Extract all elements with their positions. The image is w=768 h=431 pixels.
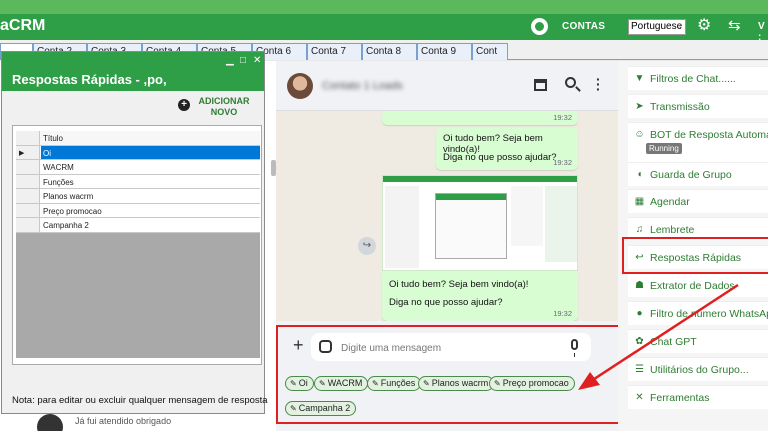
arrow-line (584, 283, 739, 387)
annotation-arrow (578, 283, 739, 390)
arrow-head (578, 372, 600, 390)
